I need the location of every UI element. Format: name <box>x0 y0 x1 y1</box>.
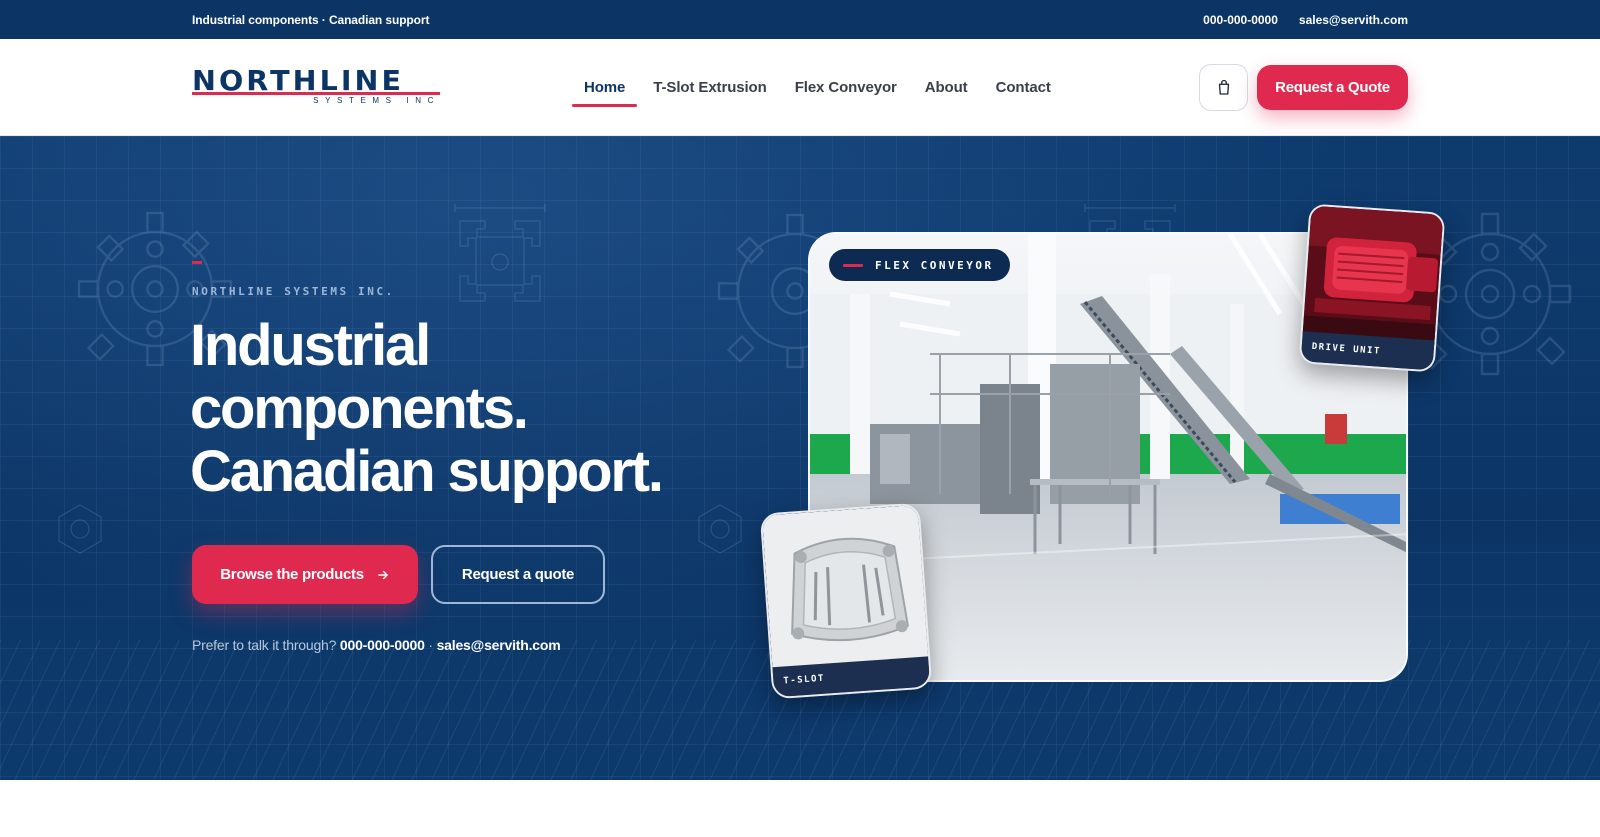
drive-unit-card[interactable]: DRIVE UNIT <box>1298 203 1446 373</box>
arrow-right-icon <box>377 570 388 579</box>
logo-subtitle: SYSTEMS INC <box>313 96 440 105</box>
contact-line-phone[interactable]: 000-000-0000 <box>340 637 425 653</box>
chip-accent <box>843 263 863 267</box>
hero-headline-line: components. <box>190 376 529 441</box>
hero-section: NORTHLINE SYSTEMS INC. Industrial compon… <box>0 136 1600 780</box>
hex-nut-icon <box>698 504 742 554</box>
top-bar-phone-link[interactable]: 000-000-0000 <box>1203 13 1278 27</box>
main-nav: Home T-Slot Extrusion Flex Conveyor Abou… <box>570 39 1065 136</box>
contact-line: Prefer to talk it through? 000-000-0000 … <box>192 637 561 653</box>
shopping-bag-icon <box>1218 79 1229 95</box>
drive-unit-photo <box>1302 205 1446 345</box>
logo-underline <box>192 92 440 95</box>
logo-wordmark: NORTHLINE <box>192 64 405 97</box>
hero-headline-line: Industrial <box>190 313 431 378</box>
contact-line-separator: · <box>428 637 433 653</box>
t-slot-photo <box>761 504 933 672</box>
browse-products-label: Browse the products <box>220 566 364 583</box>
top-bar-email-link[interactable]: sales@servith.com <box>1299 13 1408 27</box>
browse-products-button[interactable]: Browse the products <box>192 545 418 604</box>
contact-line-email[interactable]: sales@servith.com <box>437 637 561 653</box>
request-quote-secondary-button[interactable]: Request a quote <box>431 545 605 604</box>
site-header: NORTHLINE SYSTEMS INC Home T-Slot Extrus… <box>0 39 1600 136</box>
hero-headline: Industrial components. Canadian support. <box>190 314 750 503</box>
t-slot-card[interactable]: T-SLOT <box>759 502 933 700</box>
flex-conveyor-chip-label: FLEX CONVEYOR <box>875 258 994 272</box>
hero-eyebrow: NORTHLINE SYSTEMS INC. <box>192 285 395 298</box>
cart-button[interactable] <box>1199 64 1248 111</box>
top-bar-contact: 000-000-0000 sales@servith.com <box>1203 13 1408 27</box>
logo[interactable]: NORTHLINE SYSTEMS INC <box>192 67 442 107</box>
top-bar-tagline: Industrial components · Canadian support <box>192 13 430 27</box>
hero-headline-line: Canadian support. <box>190 439 664 504</box>
top-bar: Industrial components · Canadian support… <box>0 0 1600 39</box>
t-slot-profile-icon <box>454 204 546 302</box>
contact-line-prefix: Prefer to talk it through? <box>192 637 337 653</box>
request-quote-button[interactable]: Request a Quote <box>1257 65 1408 110</box>
nav-item-home[interactable]: Home <box>570 39 639 136</box>
hex-nut-icon <box>58 504 102 554</box>
nav-item-t-slot-extrusion[interactable]: T-Slot Extrusion <box>639 39 780 136</box>
nav-item-about[interactable]: About <box>911 39 982 136</box>
nav-item-contact[interactable]: Contact <box>982 39 1065 136</box>
page-below-hero <box>0 780 1600 837</box>
flex-conveyor-chip: FLEX CONVEYOR <box>829 249 1010 281</box>
nav-item-flex-conveyor[interactable]: Flex Conveyor <box>781 39 911 136</box>
eyebrow-accent <box>192 261 202 264</box>
